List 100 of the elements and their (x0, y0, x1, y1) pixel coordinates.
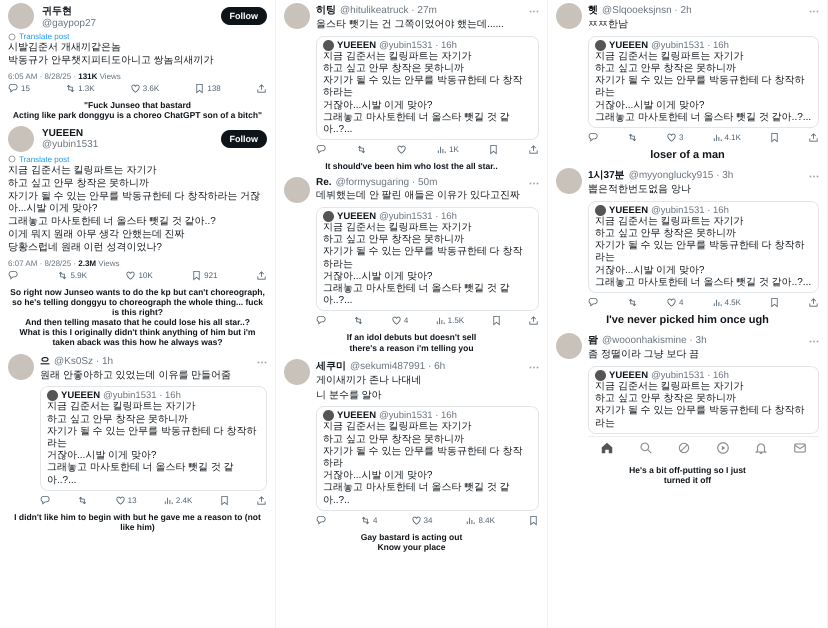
views-button[interactable]: 1.5K (434, 315, 464, 326)
quoted-post[interactable]: YUEEEN @yubin1531 · 16h 지금 김준서는 킬링파트는 자기가 하고 싶고 안무 창작은 못하니까 자기가 될 수 있는 안무를 박동규한테 다 창작하라는 거잖아...시발 이게 맞아? 그래놓고 마사토한테 너 올스타 뺏길 것 같아..?... (588, 200, 819, 294)
display-name: 귀두현 (42, 4, 73, 18)
caption-text: I've never picked him once ugh (605, 313, 770, 328)
repost-button[interactable] (77, 494, 88, 506)
bookmark-button[interactable] (768, 132, 780, 143)
speech-bubble-icon (316, 315, 327, 326)
like-button[interactable]: 3 (666, 132, 684, 143)
repost-button[interactable] (353, 315, 364, 326)
like-button[interactable] (396, 144, 408, 156)
quote-text-line: 하고 싶고 안무 창작은 못하니까 (47, 414, 190, 426)
quote-text-line: 자기가 될 수 있는 안무를 박동규한테 다 창작하라는 (323, 75, 524, 100)
caption-text: loser of a man (649, 148, 726, 163)
reply-button[interactable] (8, 270, 19, 281)
reply-button[interactable] (316, 514, 327, 526)
bookmark-button[interactable]: 921 (191, 270, 218, 281)
display-name: 뫔 (588, 334, 598, 348)
bookmark-icon (218, 494, 230, 506)
quote-text-line: 자기가 될 수 있는 안무를 박동규한테 다 창작하라는 (323, 246, 524, 271)
bell-icon[interactable] (754, 440, 768, 455)
bookmark-button[interactable] (768, 297, 780, 308)
share-button[interactable] (256, 82, 267, 94)
reply-button[interactable]: 15 (8, 82, 30, 94)
repost-icon (77, 494, 88, 506)
repost-button[interactable] (627, 132, 638, 143)
quote-text-line: 거잖아...시발 이게 맞아? (323, 470, 434, 482)
repost-button[interactable]: 5.9K (57, 270, 87, 281)
repost-button[interactable] (627, 297, 638, 308)
repost-button[interactable]: 4 (360, 514, 378, 526)
reply-button[interactable] (588, 297, 599, 308)
caption-text: I didn't like him to begin with but he gave me a reason to (not like him) (13, 510, 262, 534)
share-button[interactable] (256, 270, 267, 281)
quoted-post[interactable]: YUEEEN @yubin1531 · 16h 지금 김준서는 킬링파트는 자기가 하고 싶고 안무 창작은 못하니까 자기가 될 수 있는 안무를 박동규한테 다 창작하라는 거잖아...시발 이게 맞아? 그래놓고 마사토한테 너 올스타 뺏길 것 같아..?... (40, 386, 267, 491)
quoted-post[interactable]: YUEEEN @yubin1531 · 16h 지금 김준서는 킬링파트는 자기가 하고 싶고 안무 창작은 못하니까 자기가 될 수 있는 안무를 박동규한테 다 창작하라는 거잖아...시발 이게 맞아? 그래놓고 마사토한테 너 올스타 뺏길 것 같아..?... (316, 36, 539, 140)
avatar (8, 126, 34, 152)
like-button[interactable]: 4 (666, 297, 684, 308)
reply-button[interactable] (316, 315, 327, 326)
repost-button[interactable]: 1.3K (65, 82, 95, 94)
bar-chart-icon (434, 315, 446, 326)
views-button[interactable]: 2.4K (162, 494, 192, 506)
bookmark-button[interactable]: 138 (194, 82, 221, 94)
quote-text-line: 지금 김준서는 킬링파트는 자기가 (595, 216, 744, 228)
display-name: 세쿠미 (316, 360, 346, 373)
user-handle: @sekumi487991 · 6h (350, 360, 446, 372)
bookmark-button[interactable] (488, 144, 499, 156)
avatar (284, 3, 310, 29)
share-button[interactable] (808, 297, 819, 308)
post-text-line: 지금 김준서는 킬링파트는 자기가 (8, 164, 158, 178)
display-name: YUEEEN (42, 128, 84, 139)
like-button[interactable]: 13 (114, 494, 137, 506)
share-button[interactable] (528, 144, 539, 156)
views-button[interactable]: 4.1K (712, 132, 741, 143)
heart-icon (666, 297, 678, 308)
search-icon[interactable] (638, 440, 653, 455)
home-icon[interactable] (600, 440, 614, 455)
reply-button[interactable] (40, 494, 51, 506)
reply-button[interactable] (588, 132, 599, 143)
reply-text-line: 뽑은적한번도없음 앙나 (588, 184, 692, 197)
translate-icon (8, 32, 16, 40)
mail-icon[interactable] (792, 440, 807, 455)
bookmark-button[interactable] (528, 514, 539, 526)
avatar (595, 370, 606, 382)
display-name: 1시37분 (588, 169, 625, 182)
repost-icon (627, 297, 638, 308)
repost-icon (356, 144, 368, 156)
bookmark-button[interactable] (218, 494, 230, 506)
quoted-post[interactable]: YUEEEN @yubin1531 · 16h 지금 김준서는 킬링파트는 자기가 하고 싶고 안무 창작은 못하니까 자기가 될 수 있는 안무를 박동규한테 다 창작하라 거잖아...시발 이게 맞아? 그래놓고 마사토한테 너 올스타 뺏길 것 같아..?.. (316, 406, 539, 511)
quote-text-line: 하고 싶고 안무 창작은 못하니까 (323, 434, 466, 446)
quoted-post[interactable]: YUEEEN @yubin1531 · 16h 지금 김준서는 킬링파트는 자기가 하고 싶고 안무 창작은 못하니까 자기가 될 수 있는 안무를 박동규한테 다 창작하라는 (588, 366, 819, 434)
quote-text-line: 그래놓고 마사토한테 너 올스타 뺏길 것 같아..?... (595, 112, 812, 124)
speech-bubble-icon (316, 514, 327, 526)
like-button[interactable]: 4 (390, 315, 408, 326)
quote-text-line: 그래놓고 마사토한테 너 올스타 뺏길 것 같아..?... (47, 462, 235, 487)
share-button[interactable] (256, 494, 267, 506)
follow-button[interactable]: Follow (220, 7, 267, 25)
share-button[interactable] (528, 315, 539, 326)
views-button[interactable]: 8.4K (465, 514, 495, 526)
reply-button[interactable] (316, 144, 327, 156)
quote-text-line: 하고 싶고 안무 창작은 못하니까 (595, 393, 738, 406)
bookmark-button[interactable] (490, 315, 502, 326)
post-text-line: 아...시발 이게 맞아? (8, 203, 98, 216)
like-button[interactable]: 10K (125, 270, 153, 281)
play-icon[interactable] (716, 440, 730, 455)
views-button[interactable]: 4.5K (712, 297, 741, 308)
quoted-post[interactable]: YUEEEN @yubin1531 · 16h 지금 김준서는 킬링파트는 자기가 하고 싶고 안무 창작은 못하니까 자기가 될 수 있는 안무를 박동규한테 다 창작하라는 거잖아...시발 이게 맞아? 그래놓고 마사토한테 너 올스타 뺏길 것 같아..?... (588, 36, 819, 128)
slashed-circle-icon[interactable] (677, 440, 692, 455)
avatar (323, 211, 334, 222)
reply-text-line: 게이새끼가 존나 나대네 (316, 374, 423, 388)
quote-text-line: 지금 김준서는 킬링파트는 자기가 (323, 421, 472, 434)
quoted-post[interactable]: YUEEEN @yubin1531 · 16h 지금 김준서는 킬링파트는 자기가 하고 싶고 안무 창작은 못하니까 자기가 될 수 있는 안무를 박동규한테 다 창작하라는 거잖아...시발 이게 맞아? 그래놓고 마사토한테 너 올스타 뺏길 것 같아..?... (316, 207, 539, 312)
quote-text-line: 거잖아...시발 이게 맞아? (323, 270, 434, 284)
bar-chart-icon (436, 144, 448, 156)
like-button[interactable]: 34 (410, 514, 432, 526)
follow-button[interactable]: Follow (220, 130, 267, 148)
quote-text-line: 자기가 될 수 있는 안무를 박동규한테 다 창작하라는 (595, 75, 806, 100)
views-button[interactable]: 1K (436, 144, 459, 156)
repost-button[interactable] (356, 144, 368, 156)
share-button[interactable] (808, 132, 819, 143)
quote-text-line: 지금 김준서는 킬링파트는 자기가 (323, 50, 472, 63)
like-button[interactable]: 3.6K (130, 82, 160, 94)
